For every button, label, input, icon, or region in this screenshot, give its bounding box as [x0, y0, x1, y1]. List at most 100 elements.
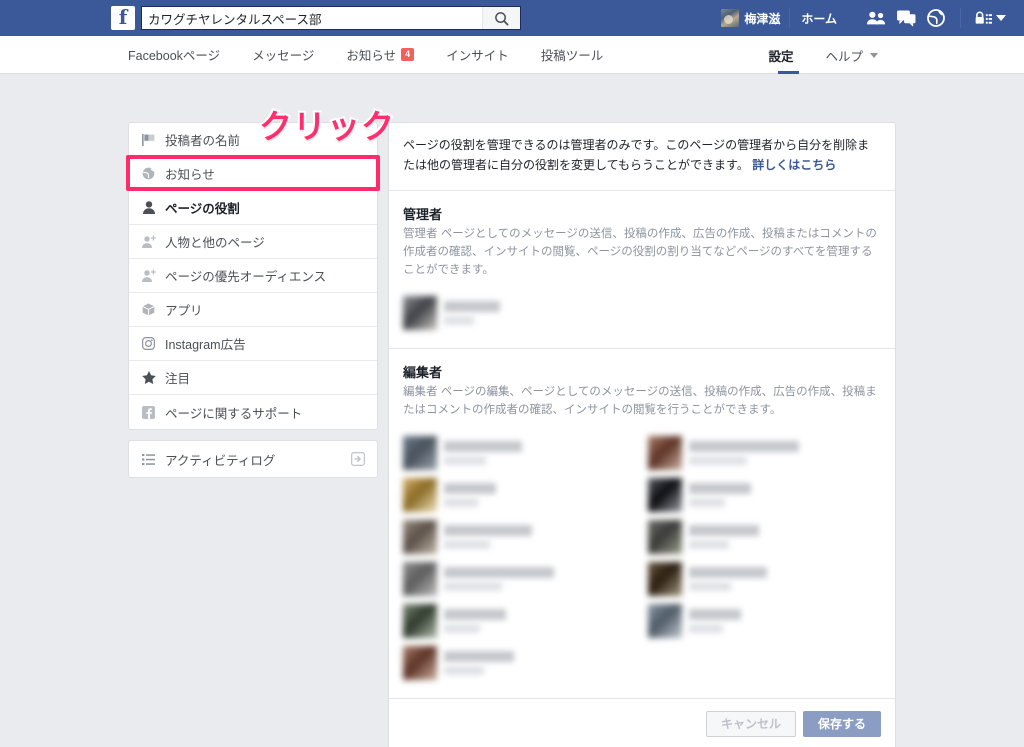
messages-button[interactable]: [892, 5, 920, 31]
tab-label: 設定: [768, 49, 794, 64]
sidebar-item-7[interactable]: 注目: [129, 361, 377, 395]
tab-Facebookページ[interactable]: Facebookページ: [128, 36, 236, 73]
avatar: [721, 9, 740, 27]
home-link[interactable]: ホーム: [790, 10, 848, 27]
sidebar-item-label: アプリ: [165, 304, 203, 318]
sidebar-item-5[interactable]: アプリ: [129, 293, 377, 327]
editor-member-column: [648, 432, 863, 684]
friend-requests-icon: [866, 11, 886, 25]
avatar: [648, 477, 682, 512]
tab-設定[interactable]: 設定: [768, 36, 809, 74]
member-row[interactable]: [648, 558, 863, 600]
editor-member-column: [403, 432, 618, 684]
topbar-right-group: 梅津滋 ホーム: [712, 0, 1006, 36]
member-name-redacted: [689, 440, 799, 465]
sidebar-item-label: 注目: [165, 372, 191, 386]
member-name-redacted: [444, 650, 514, 675]
member-row[interactable]: [403, 516, 618, 558]
learn-more-link[interactable]: 詳しくはこちら: [752, 158, 836, 172]
member-row[interactable]: [648, 516, 863, 558]
notifications-button[interactable]: [922, 5, 950, 31]
search-button[interactable]: [482, 7, 520, 29]
tab-label: 投稿ツール: [540, 49, 604, 63]
member-row[interactable]: [403, 558, 618, 600]
tab-インサイト[interactable]: インサイト: [430, 36, 525, 73]
facebook-square-icon: [141, 405, 156, 419]
tab-メッセージ[interactable]: メッセージ: [236, 36, 330, 73]
sidebar-item-label: 投稿者の名前: [165, 134, 241, 148]
messages-icon: [896, 9, 915, 27]
page-tabs-left: Facebookページ メッセージ お知らせ 4 インサイト 投稿ツール: [128, 36, 619, 73]
member-row[interactable]: [648, 600, 863, 642]
privacy-lock-icon: [975, 11, 992, 24]
avatar: [403, 561, 437, 596]
tab-お知らせ[interactable]: お知らせ 4: [330, 36, 430, 73]
friend-requests-button[interactable]: [862, 5, 890, 31]
page-body: 投稿者の名前 お知らせページの役割人物と他のページページの優先オーディエンスアプリ…: [0, 74, 1024, 747]
sidebar-item-1[interactable]: お知らせ: [129, 157, 377, 191]
admin-member-list: [403, 292, 881, 334]
tab-label: Facebookページ: [128, 49, 221, 63]
sidebar-item-label: ページに関するサポート: [165, 406, 303, 421]
sidebar-item-label: アクティビティログ: [165, 453, 276, 468]
member-name-redacted: [689, 482, 751, 507]
search-bar[interactable]: [141, 6, 521, 30]
member-row[interactable]: [403, 642, 618, 684]
tab-label: メッセージ: [252, 49, 315, 63]
member-row[interactable]: [403, 432, 618, 474]
role-description: 編集者 ページの編集、ページとしてのメッセージの送信、投稿の作成、広告の作成、投…: [403, 385, 877, 417]
list-icon: [141, 453, 156, 465]
sidebar-item-label: 人物と他のページ: [165, 236, 265, 250]
avatar: [648, 603, 682, 638]
tab-label: ヘルプ: [825, 49, 863, 64]
member-row[interactable]: [403, 474, 618, 516]
member-row[interactable]: [648, 474, 863, 516]
avatar: [403, 435, 437, 470]
avatar: [648, 561, 682, 596]
role-section-editor: 編集者 編集者 ページの編集、ページとしてのメッセージの送信、投稿の作成、広告の…: [389, 349, 895, 699]
avatar: [403, 295, 437, 330]
member-name-redacted: [444, 566, 554, 591]
notifications-globe-icon: [927, 9, 945, 27]
member-row[interactable]: [648, 432, 863, 474]
member-name-redacted: [689, 566, 767, 591]
role-title: 管理者: [403, 206, 443, 222]
flag-icon: [141, 133, 156, 146]
settings-sidebar: 投稿者の名前 お知らせページの役割人物と他のページページの優先オーディエンスアプリ…: [126, 105, 396, 478]
avatar: [403, 519, 437, 554]
person-add-icon: [141, 235, 156, 248]
intro-section: ページの役割を管理できるのは管理者のみです。このページの管理者から自分を削除また…: [389, 123, 895, 191]
sidebar-item-4[interactable]: ページの優先オーディエンス: [129, 259, 377, 293]
privacy-shortcuts-button[interactable]: [975, 10, 1006, 26]
sidebar-item-2[interactable]: ページの役割: [129, 191, 377, 225]
avatar: [648, 519, 682, 554]
chevron-down-icon: [870, 52, 878, 58]
member-row[interactable]: [403, 600, 618, 642]
facebook-logo-icon[interactable]: f: [111, 6, 135, 30]
user-profile-link[interactable]: 梅津滋: [712, 5, 789, 31]
member-name-redacted: [444, 440, 522, 465]
sidebar-item-activity-log[interactable]: アクティビティログ: [129, 441, 377, 477]
member-row[interactable]: [403, 292, 881, 334]
globe-icon: [141, 167, 156, 180]
member-name-redacted: [444, 524, 532, 549]
cancel-button[interactable]: キャンセル: [705, 710, 796, 737]
search-input[interactable]: [142, 7, 482, 29]
tab-label: お知らせ: [346, 49, 397, 63]
tab-label: インサイト: [446, 49, 509, 63]
sidebar-item-3[interactable]: 人物と他のページ: [129, 225, 377, 259]
divider: [960, 8, 961, 28]
sidebar-item-8[interactable]: ページに関するサポート: [129, 395, 377, 429]
sidebar-item-label: お知らせ: [165, 168, 215, 182]
sidebar-item-label: Instagram広告: [165, 338, 246, 352]
save-button[interactable]: 保存する: [802, 710, 881, 737]
annotation-click-label: クリック: [257, 105, 396, 148]
sidebar-item-6[interactable]: Instagram広告: [129, 327, 377, 361]
activity-log-card[interactable]: アクティビティログ: [128, 440, 378, 478]
instagram-icon: [141, 337, 156, 350]
tab-ヘルプ[interactable]: ヘルプ: [809, 36, 894, 74]
tab-投稿ツール[interactable]: 投稿ツール: [525, 36, 620, 73]
search-icon: [495, 11, 509, 25]
user-name-label: 梅津滋: [744, 11, 781, 26]
member-name-redacted: [444, 482, 496, 507]
